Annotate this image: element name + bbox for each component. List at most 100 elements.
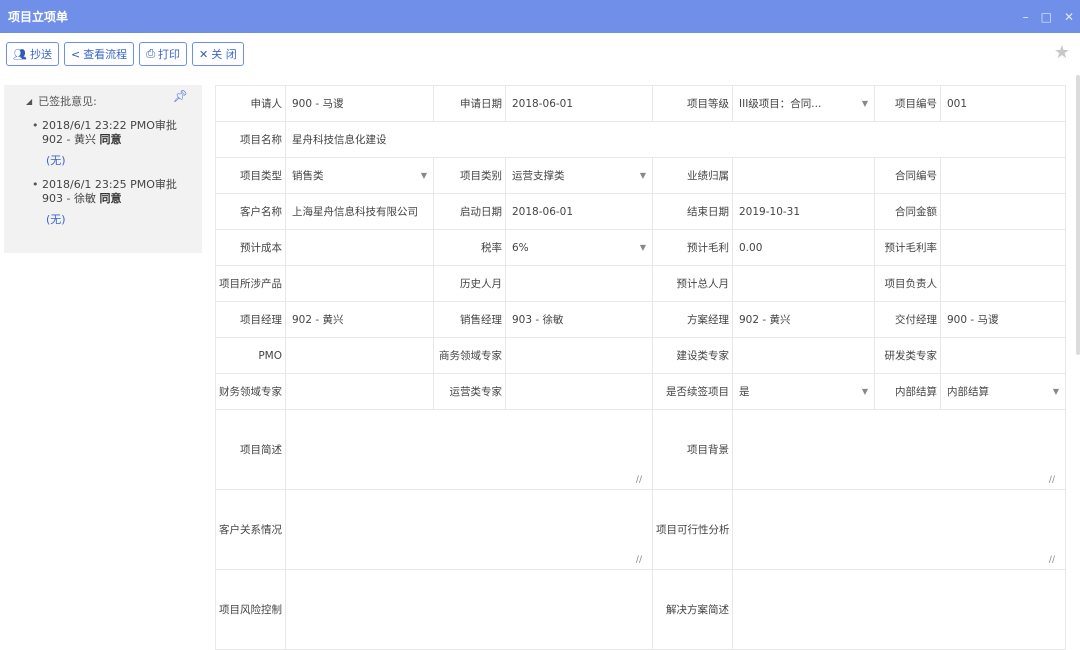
history-months-field[interactable] — [505, 265, 653, 302]
close-button-label: 关 闭 — [211, 48, 237, 61]
apply-date-label: 申请日期 — [433, 85, 506, 122]
approval-entry-approver: 902 - 黄兴 — [42, 133, 96, 146]
close-button[interactable]: ✕ 关 闭 — [192, 42, 244, 66]
project-form: 申请人 900 - 马谡 申请日期 2018-06-01 项目等级 III级项目… — [215, 85, 1066, 650]
ops-expert-field[interactable] — [505, 373, 653, 410]
print-button-label: 打印 — [158, 48, 180, 61]
resize-grip-icon[interactable]: ∕∕ — [1049, 555, 1055, 565]
project-level-select[interactable]: III级项目：合同... ▼ — [732, 85, 875, 122]
close-icon: ✕ — [199, 47, 209, 61]
contract-amount-field[interactable] — [940, 193, 1066, 230]
minimize-button[interactable]: – — [1023, 10, 1029, 24]
resize-grip-icon[interactable]: ∕∕ — [636, 475, 642, 485]
risk-control-label: 项目风险控制 — [215, 569, 286, 650]
cc-button-label: 抄送 — [29, 48, 52, 61]
renewal-select[interactable]: 是 ▼ — [732, 373, 875, 410]
print-icon: ⎙ — [146, 47, 155, 60]
vertical-scrollbar[interactable] — [1076, 75, 1080, 355]
tax-rate-value: 6% — [512, 241, 529, 254]
delivery-manager-value: 900 - 马谡 — [940, 301, 1066, 338]
solution-manager-label: 方案经理 — [652, 301, 733, 338]
products-field[interactable] — [285, 265, 434, 302]
print-button[interactable]: ⎙ 打印 — [139, 42, 187, 66]
project-owner-label: 项目负责人 — [874, 265, 941, 302]
approval-opinions-header[interactable]: ◢ 已签批意见: — [14, 93, 192, 109]
approval-opinions-heading: 已签批意见: — [38, 95, 97, 108]
feasibility-label: 项目可行性分析 — [652, 489, 733, 570]
pmo-field[interactable] — [285, 337, 434, 374]
apply-date-value: 2018-06-01 — [505, 85, 653, 122]
approval-opinions-panel: ◢ 已签批意见: 📌︎ 2018/6/1 23:22 PMO审批 902 - 黄… — [4, 85, 202, 253]
est-gross-rate-label: 预计毛利率 — [874, 229, 941, 266]
approval-entry: 2018/6/1 23:22 PMO审批 902 - 黄兴 同意 — [14, 119, 192, 147]
approval-entry-time: 2018/6/1 23:25 PMO审批 — [42, 178, 177, 191]
project-name-value: 星舟科技信息化建设 — [285, 121, 1066, 158]
finance-expert-field[interactable] — [285, 373, 434, 410]
end-date-value: 2019-10-31 — [732, 193, 875, 230]
risk-control-textarea[interactable] — [285, 569, 653, 650]
project-category-label: 项目类别 — [433, 157, 506, 194]
project-brief-label: 项目简述 — [215, 409, 286, 490]
tax-rate-label: 税率 — [433, 229, 506, 266]
end-date-label: 结束日期 — [652, 193, 733, 230]
contract-no-field[interactable] — [940, 157, 1066, 194]
customer-relation-textarea[interactable]: ∕∕ — [285, 489, 653, 570]
project-background-label: 项目背景 — [652, 409, 733, 490]
share-icon: < — [70, 47, 81, 61]
view-flow-button[interactable]: < 查看流程 — [63, 42, 135, 66]
sales-manager-label: 销售经理 — [433, 301, 506, 338]
tax-rate-select[interactable]: 6% ▼ — [505, 229, 653, 266]
approval-entry-result: 同意 — [99, 133, 122, 146]
solution-brief-label: 解决方案简述 — [652, 569, 733, 650]
internal-settlement-label: 内部结算 — [874, 373, 941, 410]
feasibility-textarea[interactable]: ∕∕ — [732, 489, 1066, 570]
close-window-button[interactable]: ✕ — [1064, 10, 1074, 24]
rd-expert-field[interactable] — [940, 337, 1066, 374]
build-expert-field[interactable] — [732, 337, 875, 374]
business-expert-label: 商务领域专家 — [433, 337, 506, 374]
users-icon: 👥︎ — [13, 47, 27, 61]
project-brief-textarea[interactable]: ∕∕ — [285, 409, 653, 490]
ops-expert-label: 运营类专家 — [433, 373, 506, 410]
delivery-manager-label: 交付经理 — [874, 301, 941, 338]
business-expert-field[interactable] — [505, 337, 653, 374]
solution-manager-value: 902 - 黄兴 — [732, 301, 875, 338]
solution-brief-textarea[interactable] — [732, 569, 1066, 650]
approval-entry-time: 2018/6/1 23:22 PMO审批 — [42, 119, 177, 132]
resize-grip-icon[interactable]: ∕∕ — [1049, 475, 1055, 485]
contract-no-label: 合同编号 — [874, 157, 941, 194]
resize-grip-icon[interactable]: ∕∕ — [636, 555, 642, 565]
project-background-textarea[interactable]: ∕∕ — [732, 409, 1066, 490]
project-category-select[interactable]: 运营支撑类 ▼ — [505, 157, 653, 194]
project-type-label: 项目类型 — [215, 157, 286, 194]
contract-amount-label: 合同金额 — [874, 193, 941, 230]
chevron-down-icon: ▼ — [1052, 387, 1059, 396]
chevron-down-icon: ▼ — [420, 171, 427, 180]
customer-label: 客户名称 — [215, 193, 286, 230]
renewal-label: 是否续签项目 — [652, 373, 733, 410]
project-category-value: 运营支撑类 — [512, 170, 565, 182]
customer-relation-label: 客户关系情况 — [215, 489, 286, 570]
performance-field[interactable] — [732, 157, 875, 194]
performance-label: 业绩归属 — [652, 157, 733, 194]
est-cost-field[interactable] — [285, 229, 434, 266]
star-icon[interactable]: ★ — [1054, 42, 1070, 63]
project-owner-field[interactable] — [940, 265, 1066, 302]
cc-button[interactable]: 👥︎ 抄送 — [6, 42, 59, 66]
start-date-value: 2018-06-01 — [505, 193, 653, 230]
project-level-label: 项目等级 — [652, 85, 733, 122]
project-level-value: III级项目：合同... — [739, 98, 822, 110]
applicant-label: 申请人 — [215, 85, 286, 122]
pin-icon[interactable]: 📌︎ — [173, 89, 188, 103]
products-label: 项目所涉产品 — [215, 265, 286, 302]
est-gross-rate-field[interactable] — [940, 229, 1066, 266]
est-total-months-field[interactable] — [732, 265, 875, 302]
project-type-value: 销售类 — [292, 170, 324, 182]
build-expert-label: 建设类专家 — [652, 337, 733, 374]
project-type-select[interactable]: 销售类 ▼ — [285, 157, 434, 194]
collapse-triangle-icon[interactable]: ◢ — [26, 97, 32, 106]
maximize-button[interactable]: □ — [1041, 10, 1052, 24]
toolbar: 👥︎ 抄送 < 查看流程 ⎙ 打印 ✕ 关 闭 — [0, 33, 1080, 75]
finance-expert-label: 财务领域专家 — [215, 373, 286, 410]
internal-settlement-select[interactable]: 内部结算 ▼ — [940, 373, 1066, 410]
